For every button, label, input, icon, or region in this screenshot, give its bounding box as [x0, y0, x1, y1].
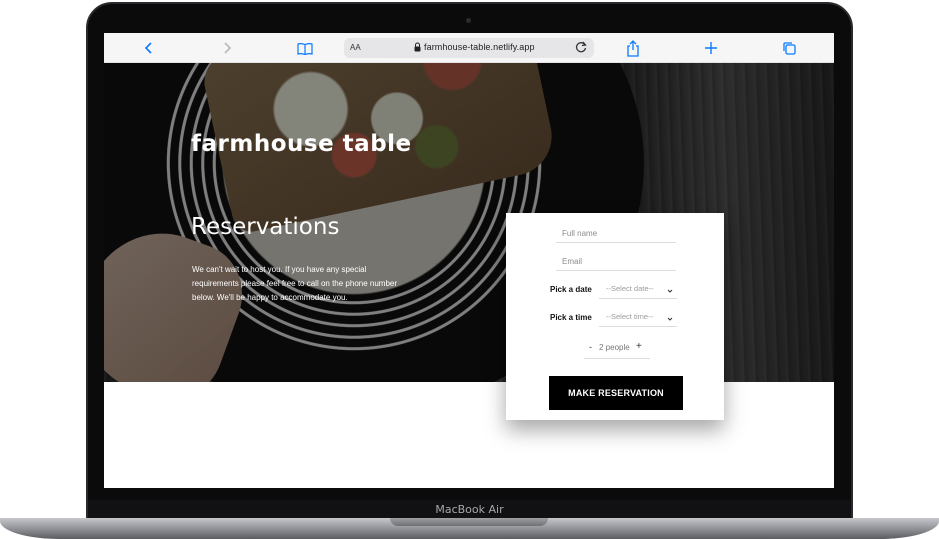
date-label: Pick a date — [550, 285, 592, 294]
email-field[interactable]: Email — [556, 254, 676, 271]
laptop-notch — [390, 518, 548, 526]
plus-icon[interactable] — [703, 39, 719, 57]
increment-people-button[interactable]: + — [636, 341, 642, 352]
reservation-form: Full name Email Pick a date --Select dat… — [506, 213, 724, 420]
laptop-model-label: MacBook Air — [435, 503, 504, 516]
make-reservation-button[interactable]: MAKE RESERVATION — [549, 376, 683, 410]
lock-icon — [414, 42, 421, 54]
chevron-down-icon — [667, 285, 673, 299]
people-stepper: - 2 people + — [584, 341, 650, 359]
share-icon[interactable] — [625, 39, 641, 57]
reload-icon[interactable] — [574, 40, 588, 56]
page-title: Reservations — [191, 214, 340, 240]
address-bar[interactable]: AA farmhouse-table.netlify.app — [344, 38, 594, 58]
tabs-icon[interactable] — [781, 39, 797, 57]
camera-icon — [466, 18, 471, 23]
date-select-value: --Select date-- — [606, 284, 654, 293]
time-label: Pick a time — [550, 313, 592, 322]
text-size-button[interactable]: AA — [350, 43, 361, 52]
decrement-people-button[interactable]: - — [589, 342, 592, 352]
chevron-right-icon[interactable] — [220, 39, 234, 57]
chevron-left-icon[interactable] — [142, 39, 156, 57]
date-select[interactable]: --Select date-- — [599, 282, 677, 299]
time-select-value: --Select time-- — [606, 312, 654, 321]
intro-text: We can't wait to host you. If you have a… — [192, 265, 398, 302]
book-icon[interactable] — [296, 39, 314, 57]
browser-toolbar: AA farmhouse-table.netlify.app — [104, 33, 834, 63]
people-count: 2 people — [599, 343, 630, 352]
browser-screen: AA farmhouse-table.netlify.app farmhouse… — [104, 33, 834, 488]
hero-section: farmhouse table Reservations We can't wa… — [104, 63, 834, 382]
chevron-down-icon — [667, 313, 673, 327]
time-select[interactable]: --Select time-- — [599, 310, 677, 327]
full-name-field[interactable]: Full name — [556, 226, 676, 243]
brand-logo[interactable]: farmhouse table — [191, 131, 412, 157]
url-text: farmhouse-table.netlify.app — [424, 42, 535, 52]
